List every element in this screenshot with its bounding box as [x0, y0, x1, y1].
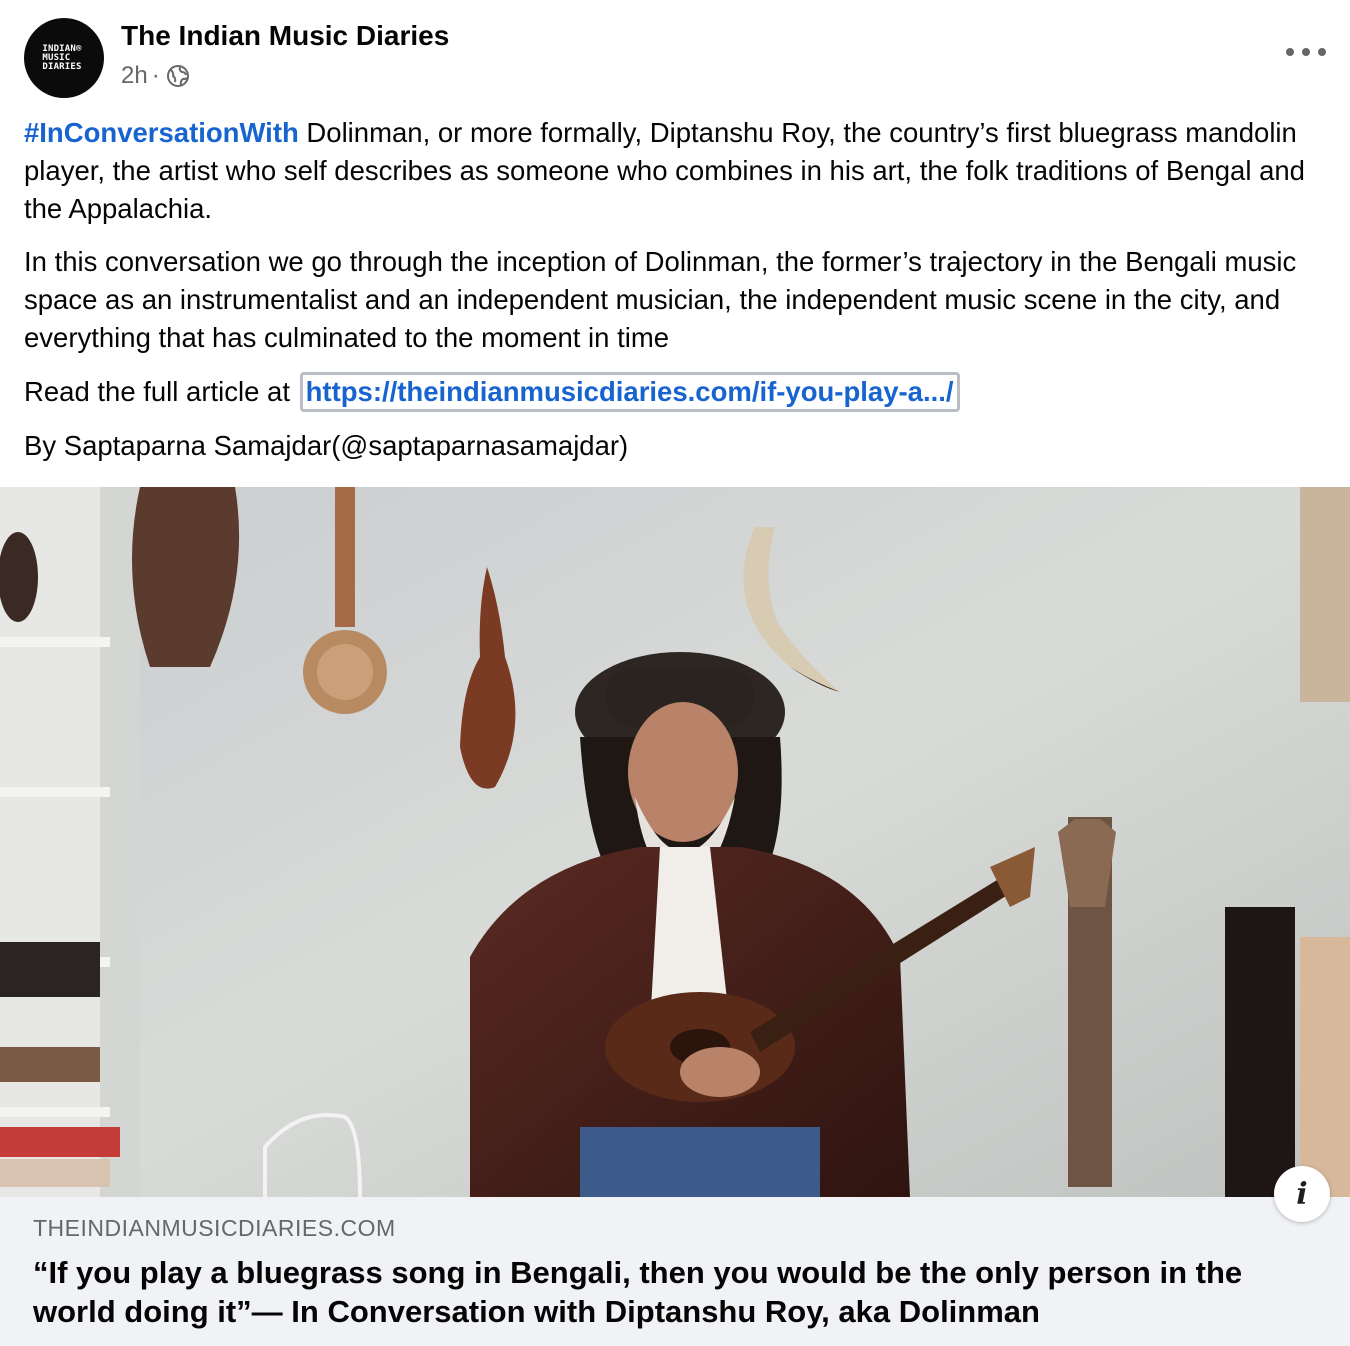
link-preview-card[interactable]: THEINDIANMUSICDIARIES.COM “If you play a…	[0, 1197, 1350, 1346]
musician-photo-illustration	[0, 487, 1350, 1197]
post-meta: 2h ·	[121, 62, 190, 90]
page-avatar[interactable]: INDIAN® MUSIC DIARIES	[24, 18, 104, 98]
globe-icon[interactable]	[166, 64, 190, 88]
avatar-logo-text: INDIAN® MUSIC DIARIES	[42, 43, 82, 72]
post-timestamp[interactable]: 2h	[121, 62, 148, 90]
hashtag-link[interactable]: #InConversationWith	[24, 117, 299, 148]
more-dot	[1286, 48, 1294, 56]
more-dot	[1318, 48, 1326, 56]
preview-domain: THEINDIANMUSICDIARIES.COM	[33, 1215, 396, 1241]
meta-separator: ·	[151, 62, 160, 89]
facebook-post: INDIAN® MUSIC DIARIES The Indian Music D…	[0, 0, 1350, 1346]
post-body: #InConversationWith Dolinman, or more fo…	[24, 114, 1340, 480]
more-options-icon[interactable]	[1286, 40, 1326, 64]
article-link[interactable]: https://theindianmusicdiaries.com/if-you…	[306, 376, 954, 407]
author-credit: By Saptaparna Samajdar(@saptaparnasamajd…	[24, 430, 629, 461]
preview-image[interactable]	[0, 487, 1350, 1197]
post-paragraph: By Saptaparna Samajdar(@saptaparnasamajd…	[24, 427, 1340, 465]
post-header: INDIAN® MUSIC DIARIES The Indian Music D…	[24, 18, 1326, 100]
post-paragraph: In this conversation we go through the i…	[24, 243, 1340, 357]
more-dot	[1302, 48, 1310, 56]
post-paragraph: Read the full article at https://theindi…	[24, 372, 1340, 412]
preview-headline[interactable]: “If you play a bluegrass song in Bengali…	[33, 1253, 1293, 1331]
post-paragraph-text: In this conversation we go through the i…	[24, 246, 1297, 353]
read-more-prefix: Read the full article at	[24, 376, 298, 407]
info-icon-glyph: i	[1296, 1176, 1308, 1212]
page-name-link[interactable]: The Indian Music Diaries	[121, 20, 449, 52]
article-link-focus: https://theindianmusicdiaries.com/if-you…	[299, 372, 960, 412]
info-icon[interactable]: i	[1274, 1166, 1330, 1222]
post-paragraph: #InConversationWith Dolinman, or more fo…	[24, 114, 1340, 228]
